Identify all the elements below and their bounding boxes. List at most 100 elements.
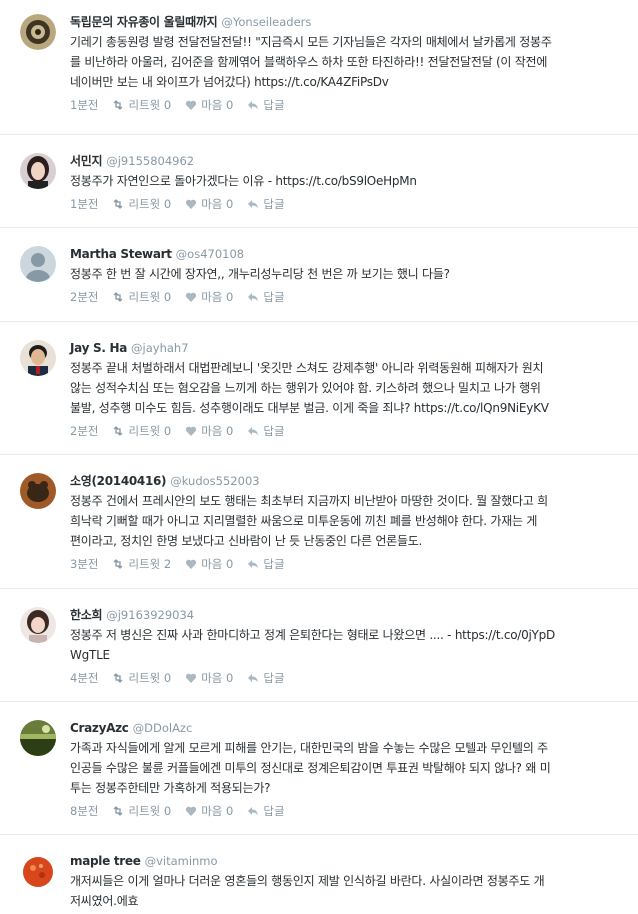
tweet-text-line: 투는 정봉주한테만 가혹하게 적용되는가? (70, 781, 271, 795)
user-handle[interactable]: @Yonseileaders (221, 15, 311, 29)
retweet-label: 리트윗 (128, 423, 161, 438)
timestamp[interactable]: 1분전 (70, 196, 98, 212)
tweet-actions: 1분전 리트윗 0 마음 0 답글 (70, 96, 624, 113)
retweet-button[interactable]: 리트윗 0 (112, 97, 171, 113)
user-handle[interactable]: @kudos552003 (170, 474, 259, 488)
user-handle[interactable]: @j9155804962 (106, 154, 194, 168)
avatar[interactable] (20, 607, 56, 643)
like-button[interactable]: 마음 0 (185, 97, 233, 113)
user-handle[interactable]: @os470108 (176, 247, 244, 261)
tweet-text: 기레기 총동원령 발령 전달전달전달!! "지금즉시 모든 기자님들은 각자의 … (70, 32, 624, 92)
tweet-text-line: 기레기 총동원령 발령 전달전달전달!! "지금즉시 모든 기자님들은 각자의 … (70, 35, 552, 49)
like-count: 0 (226, 196, 234, 211)
tweet-item[interactable]: maple tree @vitaminmo 개저씨들은 이게 얼마나 더러운 영혼들… (0, 835, 638, 914)
tweet-item[interactable]: 독립문의 자유종이 울릴때까지 @Yonseileaders 기레기 총동원령 발령… (0, 0, 638, 135)
like-count: 0 (226, 670, 234, 685)
retweet-count: 0 (163, 97, 172, 112)
avatar[interactable] (20, 153, 56, 189)
reply-icon (247, 672, 259, 684)
tweet-item[interactable]: 한소희 @j9163929034 정봉주 저 병신은 진짜 사과 한마디하고 정계 … (0, 589, 638, 702)
reply-button[interactable]: 답글 (247, 97, 285, 113)
like-label: 마음 (201, 556, 223, 571)
reply-button[interactable]: 답글 (247, 670, 285, 686)
timestamp[interactable]: 1분전 (70, 97, 98, 113)
tweet-text-line: 정봉주 저 병신은 진짜 사과 한마디하고 정계 은퇴한다는 형태로 나왔으면 … (70, 628, 555, 642)
retweet-button[interactable]: 리트윗 0 (112, 289, 171, 305)
avatar[interactable] (20, 853, 56, 889)
user-name[interactable]: Martha Stewart (70, 247, 172, 261)
avatar[interactable] (20, 340, 56, 376)
tweet-item[interactable]: 서민지 @j9155804962 정봉주가 자연인으로 돌아가겠다는 이유 - ht… (0, 135, 638, 228)
tweet-text-line: 개저씨들은 이게 얼마나 더러운 영혼들의 행동인지 제발 인식하길 바란다. … (70, 874, 545, 888)
reply-button[interactable]: 답글 (247, 289, 285, 305)
tweet-text-line: 인공들 수많은 불륜 커플들에겐 미투의 정신대로 정계은퇴감이면 투표권 박탈… (70, 761, 551, 775)
retweet-icon (112, 291, 124, 303)
tweet-item[interactable]: 소영(20140416) @kudos552003 정봉주 건에서 프레시안의 보도… (0, 455, 638, 589)
user-name[interactable]: 독립문의 자유종이 울릴때까지 (70, 15, 218, 29)
retweet-button[interactable]: 리트윗 0 (112, 803, 171, 819)
reply-button[interactable]: 답글 (247, 556, 285, 572)
retweet-icon (112, 425, 124, 437)
retweet-button[interactable]: 리트윗 0 (112, 423, 171, 439)
timestamp[interactable]: 2분전 (70, 423, 98, 439)
reply-button[interactable]: 답글 (247, 803, 285, 819)
like-label: 마음 (201, 196, 223, 211)
retweet-count: 0 (163, 196, 172, 211)
avatar[interactable] (20, 720, 56, 756)
like-button[interactable]: 마음 0 (185, 556, 233, 572)
avatar[interactable] (20, 246, 56, 282)
like-button[interactable]: 마음 0 (185, 670, 233, 686)
tweet-item[interactable]: CrazyAzc @DDolAzc 가족과 자식들에게 알게 모르게 피해를 안기는… (0, 702, 638, 835)
heart-icon (185, 672, 197, 684)
retweet-button[interactable]: 리트윗 0 (112, 670, 171, 686)
user-name[interactable]: 소영(20140416) (70, 474, 167, 488)
timestamp[interactable]: 2분전 (70, 289, 98, 305)
user-handle[interactable]: @DDolAzc (133, 721, 193, 735)
like-label: 마음 (201, 670, 223, 685)
like-count: 0 (226, 289, 234, 304)
heart-icon (185, 198, 197, 210)
tweet-text-line: WgTLE (70, 648, 110, 662)
user-name[interactable]: 서민지 (70, 154, 103, 168)
heart-icon (185, 99, 197, 111)
user-name[interactable]: maple tree (70, 854, 141, 868)
retweet-button[interactable]: 리트윗 0 (112, 196, 171, 212)
user-name[interactable]: CrazyAzc (70, 721, 129, 735)
reply-icon (247, 558, 259, 570)
user-handle[interactable]: @j9163929034 (106, 608, 194, 622)
tweet-text-line: 정봉주 끝내 처벌하래서 대법판례보니 '옷깃만 스쳐도 강제추행' 아니라 위… (70, 361, 544, 375)
user-name[interactable]: 한소희 (70, 608, 103, 622)
like-button[interactable]: 마음 0 (185, 196, 233, 212)
like-button[interactable]: 마음 0 (185, 423, 233, 439)
reply-button[interactable]: 답글 (247, 196, 285, 212)
retweet-button[interactable]: 리트윗 2 (112, 556, 171, 572)
heart-icon (185, 291, 197, 303)
avatar[interactable] (20, 473, 56, 509)
tweet-text-line: 정봉주 건에서 프레시안의 보도 행태는 최초부터 지금까지 비난받아 마땅한 … (70, 494, 548, 508)
reply-label: 답글 (263, 196, 285, 211)
reply-label: 답글 (263, 97, 285, 112)
timestamp[interactable]: 8분전 (70, 803, 98, 819)
reply-label: 답글 (263, 423, 285, 438)
timestamp[interactable]: 3분전 (70, 556, 98, 572)
like-count: 0 (226, 803, 234, 818)
avatar[interactable] (20, 14, 56, 50)
reply-icon (247, 198, 259, 210)
tweet-item[interactable]: Martha Stewart @os470108 정봉주 한 번 잘 시간에 장자연… (0, 228, 638, 322)
like-button[interactable]: 마음 0 (185, 289, 233, 305)
retweet-count: 2 (163, 556, 172, 571)
tweet-text: 정봉주 저 병신은 진짜 사과 한마디하고 정계 은퇴한다는 형태로 나왔으면 … (70, 625, 624, 665)
tweet-text: 정봉주가 자연인으로 돌아가겠다는 이유 - https://t.co/bS9l… (70, 171, 624, 191)
timestamp[interactable]: 4분전 (70, 670, 98, 686)
tweet-text-line: 가족과 자식들에게 알게 모르게 피해를 안기는, 대한민국의 밤을 수놓는 수… (70, 741, 548, 755)
user-handle[interactable]: @vitaminmo (145, 854, 218, 868)
user-name[interactable]: Jay S. Ha (70, 341, 127, 355)
tweet-item[interactable]: Jay S. Ha @jayhah7 정봉주 끝내 처벌하래서 대법판례보니 '옷깃… (0, 322, 638, 455)
reply-button[interactable]: 답글 (247, 423, 285, 439)
user-handle[interactable]: @jayhah7 (131, 341, 189, 355)
retweet-label: 리트윗 (128, 196, 161, 211)
retweet-icon (112, 672, 124, 684)
like-button[interactable]: 마음 0 (185, 803, 233, 819)
retweet-icon (112, 99, 124, 111)
tweet-actions: 4분전 리트윗 0 마음 0 답글 (70, 669, 624, 686)
